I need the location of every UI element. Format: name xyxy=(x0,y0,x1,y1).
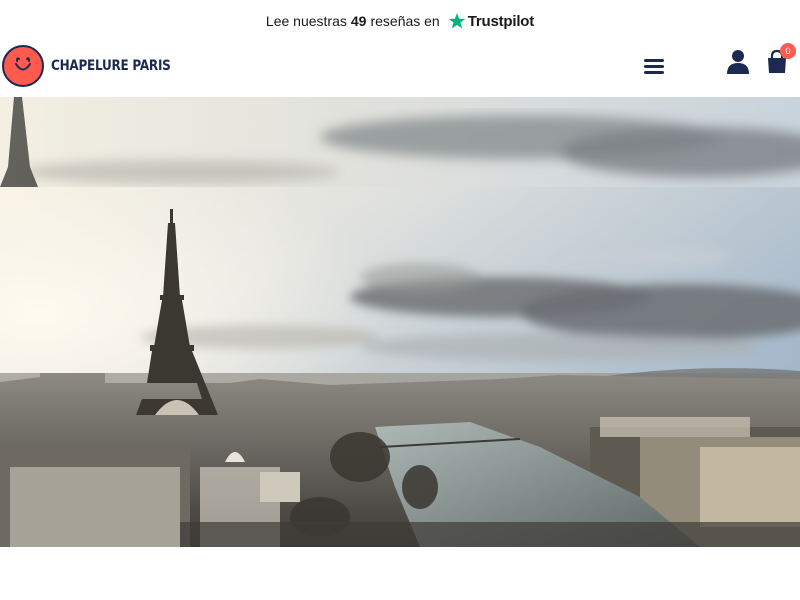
review-suffix: reseñas en xyxy=(370,13,440,29)
hero-background-strip xyxy=(0,97,800,187)
site-header: CHAPELURE PARIS 0 xyxy=(0,42,800,97)
trustpilot-label: Trustpilot xyxy=(467,12,535,30)
hero-image-paris xyxy=(0,187,800,547)
site-logo[interactable]: CHAPELURE PARIS xyxy=(2,45,190,87)
cart-count-badge: 0 xyxy=(780,43,796,59)
hamburger-menu-icon[interactable] xyxy=(644,57,666,75)
shopping-bag-icon[interactable]: 0 xyxy=(766,43,796,75)
logo-text: CHAPELURE PARIS xyxy=(51,58,171,74)
smiley-logo-icon xyxy=(2,45,44,87)
trustpilot-review-bar[interactable]: Lee nuestras 49 reseñas en Trustpilot xyxy=(0,0,800,42)
trustpilot-logo[interactable]: Trustpilot xyxy=(448,12,534,30)
review-count: 49 xyxy=(350,13,367,29)
user-icon[interactable] xyxy=(726,49,750,75)
review-prefix: Lee nuestras xyxy=(265,13,347,29)
star-icon xyxy=(448,13,465,29)
